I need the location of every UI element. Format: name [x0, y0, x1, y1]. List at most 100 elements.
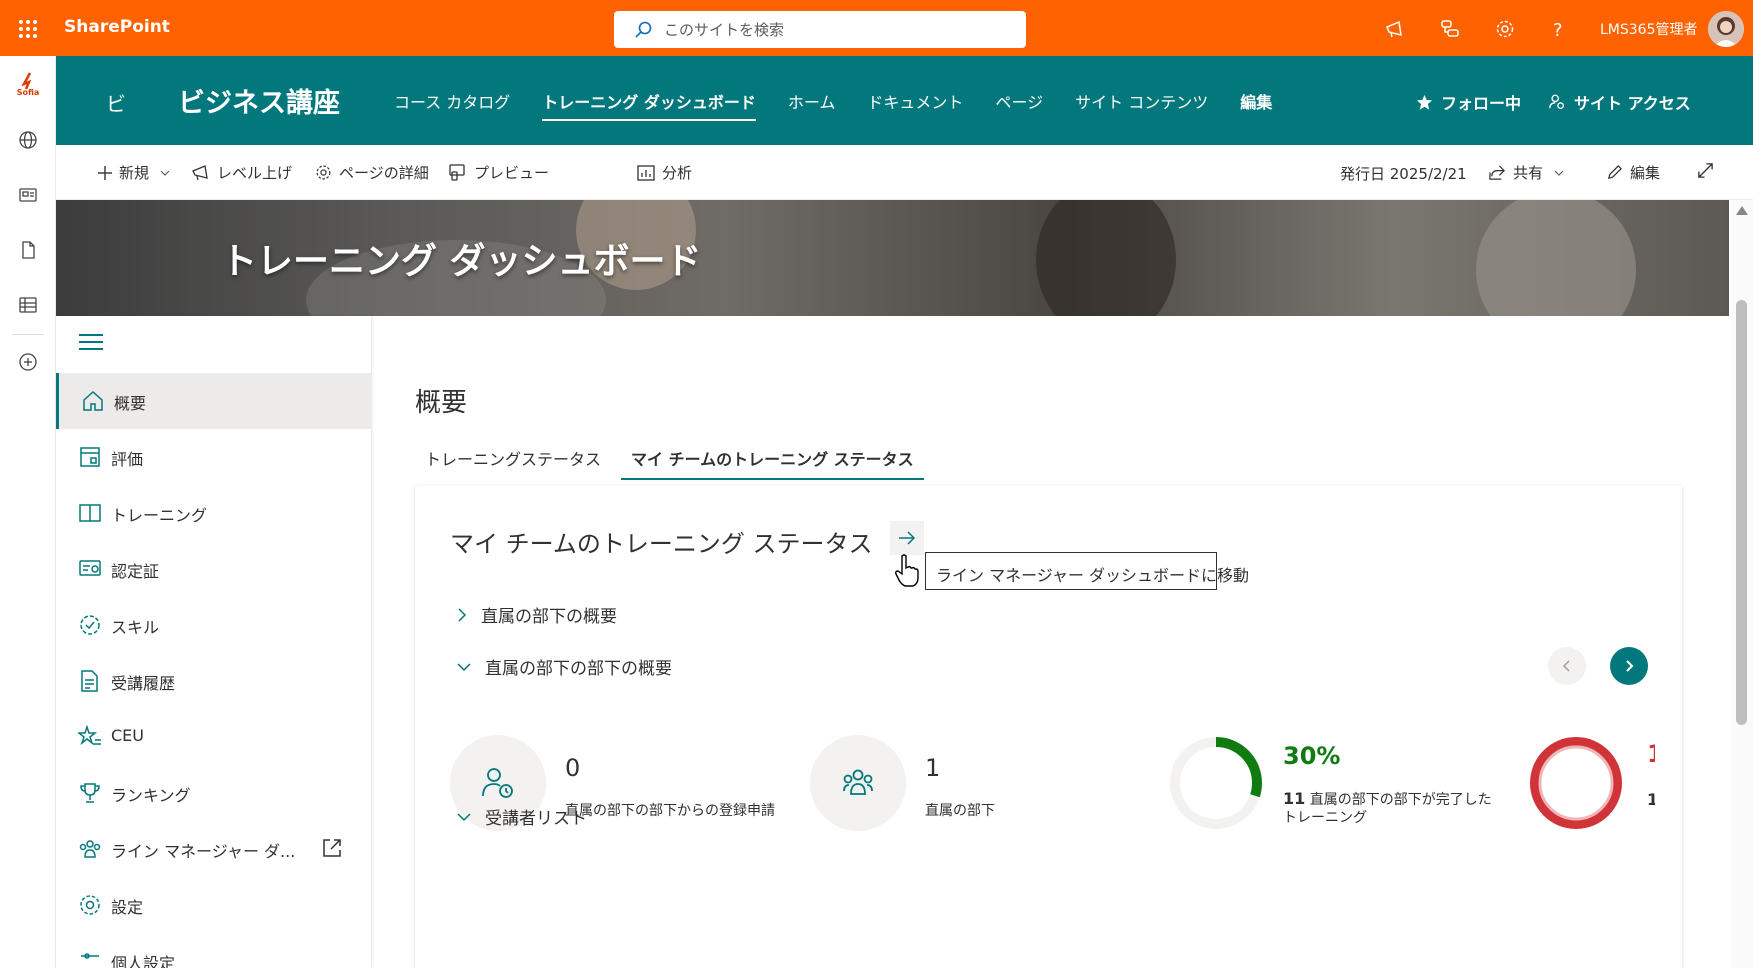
search-input[interactable] [664, 20, 1004, 39]
published-date: 発行日 2025/2/21 [1340, 165, 1467, 183]
leftnav-label: 概要 [114, 394, 147, 413]
scroll-up-arrow[interactable] [1736, 206, 1748, 215]
tab-training-status[interactable]: トレーニングステータス [415, 430, 611, 480]
people-settings-icon [1548, 93, 1566, 111]
section-indirect-reports[interactable]: 直属の部下の部下の概要 [457, 654, 672, 679]
clipped-value: 1 [1647, 740, 1655, 768]
leftnav-item-line-manager[interactable]: ライン マネージャー ダ... [56, 821, 372, 877]
leftnav-item-certificate[interactable]: 認定証 [56, 541, 372, 597]
site-logo[interactable]: ビ [106, 88, 126, 117]
analytics-button[interactable]: 分析 [637, 162, 692, 183]
page-scrollbar[interactable] [1731, 200, 1753, 968]
leftnav-item-ranking[interactable]: ランキング [56, 765, 372, 821]
leftnav-label: ランキング [111, 786, 191, 805]
section-label: 直属の部下の概要 [481, 607, 617, 627]
section-direct-reports[interactable]: 直属の部下の概要 [457, 602, 617, 627]
site-header: ビ ビジネス講座 コース カタログ トレーニング ダッシュボード ホーム ドキュ… [56, 56, 1753, 145]
chevron-down-icon [457, 812, 471, 822]
leftnav-label: 個人設定 [111, 954, 176, 968]
follow-label: フォロー中 [1441, 94, 1522, 113]
nav-site-contents[interactable]: サイト コンテンツ [1075, 89, 1208, 121]
section-label: 直属の部下の部下の概要 [485, 659, 672, 679]
news-icon[interactable] [14, 181, 42, 209]
site-search-box[interactable] [614, 11, 1026, 48]
tab-my-team-status[interactable]: マイ チームのトレーニング ステータス [621, 430, 924, 480]
completion-percent: 30% [1283, 742, 1341, 770]
svg-text:?: ? [1553, 20, 1563, 40]
assessment-icon [78, 445, 102, 469]
chevron-left-icon [1562, 660, 1572, 672]
next-button[interactable] [1610, 647, 1648, 685]
app-launcher-icon[interactable] [12, 13, 44, 45]
list-icon[interactable] [14, 291, 42, 319]
user-name[interactable]: LMS365管理者 [1600, 19, 1698, 39]
expand-icon[interactable] [1697, 162, 1714, 179]
add-circle-icon[interactable] [14, 348, 42, 376]
completion-donut [1170, 737, 1262, 829]
globe-icon[interactable] [14, 126, 42, 154]
team-status-card: マイ チームのトレーニング ステータス ライン マネージャー ダッシュボードに移… [415, 486, 1682, 968]
promote-label: レベル上げ [217, 164, 293, 182]
history-document-icon [78, 669, 102, 693]
leftnav-item-assessment[interactable]: 評価 [56, 429, 372, 485]
sharepoint-brand[interactable]: SharePoint [64, 17, 170, 37]
user-avatar[interactable] [1708, 11, 1744, 47]
new-button[interactable]: 新規 [98, 162, 170, 183]
leftnav-label: 設定 [111, 898, 144, 917]
promote-button[interactable]: レベル上げ [192, 162, 292, 183]
second-donut [1530, 737, 1622, 829]
help-icon[interactable]: ? [1543, 14, 1573, 44]
nav-pages[interactable]: ページ [995, 89, 1043, 121]
app-bar: Sofia [0, 56, 56, 968]
nav-training-dashboard[interactable]: トレーニング ダッシュボード [542, 89, 756, 121]
nav-documents[interactable]: ドキュメント [867, 89, 963, 121]
document-icon[interactable] [14, 236, 42, 264]
stat-label: 直属の部下の部下からの登録申請 [565, 803, 775, 819]
megaphone-icon [192, 164, 210, 181]
donut-ring [1530, 737, 1622, 829]
leftnav-item-history[interactable]: 受講履歴 [56, 653, 372, 709]
suite-bar: SharePoint ? LMS365管理者 [0, 0, 1753, 56]
previous-button[interactable] [1548, 647, 1586, 685]
page-details-button[interactable]: ページの詳細 [315, 162, 429, 183]
settings-gear-icon[interactable] [1490, 14, 1520, 44]
share-button[interactable]: 共有 [1489, 162, 1564, 183]
site-navigation: コース カタログ トレーニング ダッシュボード ホーム ドキュメント ページ サ… [394, 89, 1304, 121]
edit-button[interactable]: 編集 [1606, 162, 1660, 183]
go-to-dashboard-button[interactable] [890, 521, 924, 555]
sliders-icon [78, 949, 102, 968]
leftnav-label: 受講履歴 [111, 674, 176, 693]
leftnav-label: トレーニング [111, 506, 208, 525]
sofia-logo[interactable]: Sofia [12, 68, 44, 100]
teams-icon[interactable] [1435, 14, 1465, 44]
nav-course-catalog[interactable]: コース カタログ [394, 89, 510, 121]
leftnav-item-ceu[interactable]: CEU [56, 709, 372, 765]
team-icon [841, 766, 875, 800]
leftnav-item-skills[interactable]: スキル [56, 597, 372, 653]
chevron-right-icon [457, 607, 467, 622]
left-navigation: 概要 評価 トレーニング 認定証 スキル 受講履歴 CEU ランキング ライン … [56, 316, 372, 968]
section-learner-list[interactable]: 受講者リスト [457, 804, 587, 829]
leftnav-item-settings[interactable]: 設定 [56, 877, 372, 933]
preview-icon [449, 164, 467, 181]
follow-button[interactable]: フォロー中 [1416, 90, 1521, 114]
scrollbar-thumb[interactable] [1736, 300, 1747, 725]
command-bar: 新規 レベル上げ ページの詳細 プレビュー 分析 発行日 2025/2/21 共… [56, 145, 1753, 200]
megaphone-icon[interactable] [1380, 14, 1410, 44]
edit-label: 編集 [1630, 164, 1661, 182]
share-icon [1489, 164, 1506, 181]
hamburger-menu-icon[interactable] [78, 330, 104, 354]
nav-home[interactable]: ホーム [788, 89, 836, 121]
site-title[interactable]: ビジネス講座 [178, 81, 340, 120]
nav-edit[interactable]: 編集 [1240, 89, 1272, 121]
analytics-icon [637, 164, 655, 181]
chevron-down-icon [160, 168, 170, 178]
leftnav-item-overview[interactable]: 概要 [56, 373, 372, 429]
divider [12, 334, 44, 335]
leftnav-item-training[interactable]: トレーニング [56, 485, 372, 541]
preview-button[interactable]: プレビュー [449, 162, 549, 183]
stat-label: 直属の部下 [925, 803, 995, 819]
leftnav-item-personal-settings[interactable]: 個人設定 [56, 933, 372, 968]
site-access-button[interactable]: サイト アクセス [1548, 90, 1691, 114]
hero-title: トレーニング ダッシュボード [221, 241, 702, 282]
